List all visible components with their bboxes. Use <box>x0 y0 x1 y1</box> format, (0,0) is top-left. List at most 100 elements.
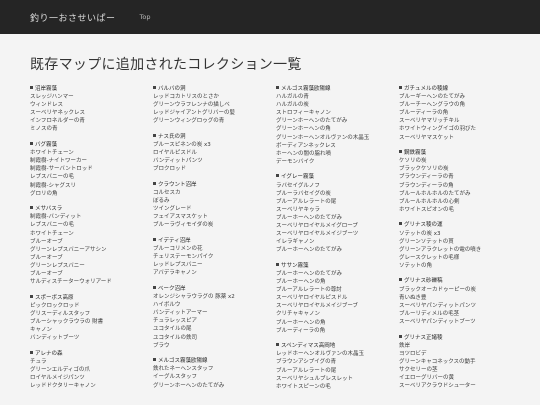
collection-item: スーベリヤキゥラ <box>276 206 321 213</box>
collection-item: サルディスチーターウォリアード <box>30 279 112 286</box>
collection-item: ブルーアルレラートの尾 <box>276 198 337 205</box>
collection-item: スーベリヤパンディットパンツ <box>399 302 477 309</box>
collection-item: ブルーディーラの角 <box>276 327 326 334</box>
collection-item: ブルーチーへングラウの角 <box>399 102 466 109</box>
collection-item: バンディットパンツ <box>153 158 203 165</box>
collection-item: グリーンソテットの貫 <box>399 238 454 245</box>
collection-item: バンディットブーツ <box>30 335 80 342</box>
map-group-title: ササン霧藻 <box>276 262 399 270</box>
collection-item: レプスバニーの毛 <box>30 174 75 181</box>
collection-item: ブラックケソリの炭 <box>399 166 449 173</box>
collection-item: ブルーホーへンのたてがみ <box>276 270 343 277</box>
map-group-title: グリナス稜の運 <box>399 221 520 229</box>
collection-item: ブルーホーヘンの角 <box>276 319 326 326</box>
collection-item: ミノスの青 <box>30 126 58 133</box>
collection-item: オレンジシャラウラグの 豚薬 x2 <box>153 294 235 301</box>
collection-item: サクセリーの茎 <box>399 366 438 373</box>
collection-item: イエローグリバーの黄 <box>399 375 454 381</box>
collection-item: ピックロックロッド <box>30 302 80 309</box>
collection-item: ウィンドレス <box>30 102 64 109</box>
collection-item: ブラウンディーラの角 <box>399 182 454 189</box>
collection-item: グリーンエルディゴの爪 <box>30 366 90 373</box>
collection-item: グリーンアラクレットの電の噴き <box>399 246 482 253</box>
collection-item: 制霞樹-ナイトワーカー <box>30 158 87 165</box>
collection-item: ブルーオーブ <box>30 270 63 277</box>
site-brand-link[interactable]: 釣り一おさせいぱー <box>30 11 116 24</box>
collection-item: コルセスカ <box>153 190 181 197</box>
collection-item: レプスバニーの毛 <box>30 222 75 229</box>
map-group-title: アレナの森 <box>30 350 153 358</box>
map-group: メサバスラ 制霞樹-バンディット レプスバニーの毛 ホワイトチェーン ブルーオーブ グリー… <box>30 205 153 286</box>
collection-item: ラバセイグルノフ <box>276 182 320 189</box>
collection-item: キャノン <box>30 327 53 334</box>
collection-item: ブルーギーへンのたてがみ <box>399 94 466 101</box>
collection-item: 青いぬき豊 <box>399 294 427 301</box>
collection-item: グリーンレプスバニー <box>30 262 85 269</box>
map-group: イデティ沼岸 ブルーコリメンの花 チェリステーモンパイク レッドレプスバニー アバデラキ… <box>153 237 276 277</box>
map-group: バグ霧藻 ホワイトチェーン 制霞樹-ナイトワーカー 制霞樹-サーバントロッド レプスバニ… <box>30 141 153 198</box>
collection-column: 沼岸霧藻 スレッジハンマー ウィンドレス スーベリヤネックレス インフロネルダーの青 ミノ… <box>30 85 153 405</box>
collection-item: ツイングレード <box>153 206 192 213</box>
page-title: 既存マップに追加されたコレクション一覧 <box>30 57 302 73</box>
collection-item: ホワイトチェーン <box>30 230 74 237</box>
collection-item: グリスーディルスタッフ <box>30 310 91 317</box>
collection-item: スーベリヤパンディットブーツ <box>399 318 476 325</box>
collection-item: グリーンホーへンのたてがみ <box>276 118 348 125</box>
collection-item: スーベリアクラウドシュ一ター <box>399 383 476 390</box>
map-group: イグレー霧藻 ラバセイグルノフ ブルーラバセイグの炭 ブルーアルレラートの尾 スーベリヤ… <box>276 173 399 254</box>
map-group-title: ベーク沼岸 <box>153 285 276 293</box>
collection-column: ガチュメルの稜線 ブルーギーへンのたてがみ ブルーチーへングラウの角 ブルーディーラの… <box>399 85 520 405</box>
collection-item: インフロネルダーの青 <box>30 118 85 125</box>
collection-item: ストロフィーキャノン <box>276 110 331 117</box>
collection-item: デーモンバイク <box>276 158 315 165</box>
collection-item: ソテットの炭 x3 <box>399 230 441 237</box>
collection-item: グロリの角 <box>30 190 58 197</box>
collection-item: ブロクロッド <box>153 166 187 173</box>
collection-item: スレッジハンマー <box>30 94 74 101</box>
collection-item: スーベリヤロイヤルメイジブーブ <box>276 303 359 310</box>
collection-item: ブルーホーへンのたてがみ <box>276 247 343 254</box>
map-group-title: 沼岸霧藻 <box>30 85 153 93</box>
collection-item: スーベリヤマスケット <box>399 134 455 141</box>
collection-item: レッドホーへンオルヴァンの木晶玉 <box>276 351 365 358</box>
collection-item: ブラウ <box>153 342 170 349</box>
map-group-title: メルゴス霧藻欧陽線 <box>153 357 276 365</box>
nav-top-link[interactable]: Top <box>140 13 151 21</box>
collection-item: グリーンレプスバニーアサシン <box>30 246 107 253</box>
collection-item: チェリステーモンパイク <box>153 254 214 261</box>
map-group: ガチュメルの稜線 ブルーギーへンのたてがみ ブルーチーへングラウの角 ブルーディーラの… <box>399 85 520 142</box>
map-group: 鋼鉄霧藻 ケソリの炭 ブラックケソリの炭 ブラウンディーラの青 ブラウンディーラの角 ブル… <box>399 149 520 214</box>
collection-item: グリーンホーヘンの角 <box>276 126 331 133</box>
collection-item: ブルールホルホルの心剣 <box>399 198 460 205</box>
collection-item: バンディットアーマー <box>153 310 208 317</box>
collection-item: レッドジャイアントグリバーの髪 <box>153 110 236 117</box>
collection-item: グリーンウラフレンナの描しベ <box>153 102 230 109</box>
collection-item: スーベリヤロイヤルメイグロープ <box>276 223 358 229</box>
map-group: スポーボス高原 ピックロックロッド グリスーディルスタッフ ブルーシャックラウラの 財… <box>30 294 153 343</box>
collection-item: ブラウンアシプイグの青 <box>276 359 337 366</box>
collection-item: スーベリヤロイヤルメイジブーツ <box>276 231 359 238</box>
collection-item: アバデラキャノン <box>153 270 197 277</box>
collection-item: ブルーアルレラートの尊討 <box>276 287 342 294</box>
collection-item: ユコタイルの尾 <box>153 326 192 333</box>
map-group: クラウント沼岸 コルセスカ ぼるみ ツイングレード フェイアスマスケット ブルーラヴィモイ… <box>153 181 276 230</box>
collection-item: フェイアスマスケット <box>153 214 208 221</box>
map-group: ナス氏の洞 ブルースピネンの炭 x3 ロイヤルピスドル バンディットパンツ ブロクロッド <box>153 133 276 173</box>
collection-item: ロイヤルメイジパンツ <box>30 375 85 381</box>
collection-item: ブルーホーへンのたてがみ <box>276 214 343 221</box>
collection-item: 制霞樹-シャグスリ <box>30 182 76 189</box>
collection-item: 鉄れたネーヘンスタッフ <box>153 366 214 373</box>
collection-item: グリーンキャコネックスの動手 <box>399 358 476 365</box>
collection-item: ソテットの角 <box>399 262 433 269</box>
collection-item: ブルーオーブ <box>30 238 63 245</box>
map-group-title: ガチュメルの稜線 <box>399 85 520 93</box>
map-group-title: イグレー霧藻 <box>276 173 399 181</box>
collection-item: ボーディアンネックレス <box>276 142 336 149</box>
collection-item: ブラウンディーラの青 <box>399 174 454 181</box>
collection-item: ブルーラバセイグの炭 <box>276 190 331 197</box>
collection-item: グリーンホーへンのたてがみ <box>153 382 225 389</box>
collection-item: ブルーアルレラートの尾 <box>276 367 337 374</box>
collection-item: ユコタイルの鉄司 <box>153 334 198 341</box>
map-group: ササン霧藻 ブルーホーへンのたてがみ ブルーホーへンの角 ブルーアルレラートの尊討 スー… <box>276 262 399 335</box>
collection-item: ブルーディーラの角 <box>399 110 449 117</box>
